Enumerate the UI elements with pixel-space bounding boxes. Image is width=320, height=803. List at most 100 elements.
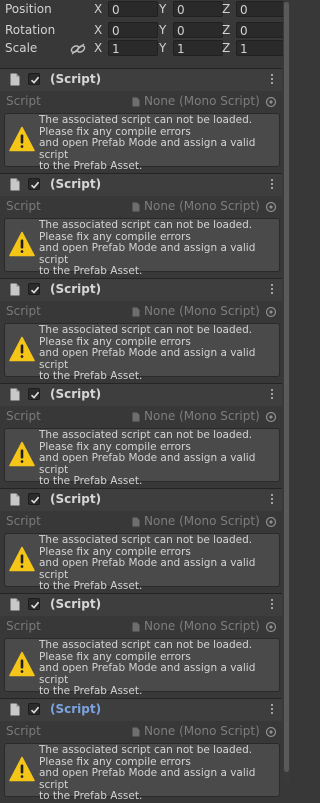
script-object-field[interactable]: None (Mono Script): [128, 619, 280, 635]
kebab-menu-icon[interactable]: [266, 73, 278, 87]
component-enabled-toggle[interactable]: [28, 703, 40, 715]
scale-row: Scale X 1 Y 1 Z 1: [0, 40, 286, 58]
scale-y-label[interactable]: Y: [159, 41, 166, 55]
script-field-value: None (Mono Script): [144, 199, 260, 213]
scale-z-label[interactable]: Z: [222, 41, 230, 55]
kebab-menu-icon[interactable]: [266, 598, 278, 612]
object-picker-icon[interactable]: [265, 96, 277, 108]
warning-message: The associated script can not be loaded.…: [39, 429, 256, 488]
chain-link-icon[interactable]: [70, 43, 86, 55]
script-object-field[interactable]: None (Mono Script): [128, 94, 280, 110]
warning-message: The associated script can not be loaded.…: [39, 534, 256, 593]
script-document-icon: [10, 283, 20, 296]
transform-section: Position X 0 Y 0 Z 0 Rotation X 0 Y 0 Z …: [0, 0, 290, 63]
rotation-row: Rotation X 0 Y 0 Z 0: [0, 22, 286, 40]
warning-help-box: The associated script can not be loaded.…: [4, 638, 280, 697]
script-field-row: Script None (Mono Script): [0, 513, 282, 531]
component-header[interactable]: (Script): [0, 279, 282, 301]
scale-x-field[interactable]: 1: [108, 40, 158, 56]
checkmark-icon: [30, 181, 40, 189]
inspector-scrollbar[interactable]: [283, 0, 290, 782]
warning-triangle-icon: [9, 756, 35, 782]
component-enabled-toggle[interactable]: [28, 598, 40, 610]
rotation-x-field[interactable]: 0: [108, 22, 158, 38]
checkmark-icon: [30, 496, 40, 504]
kebab-menu-icon[interactable]: [266, 178, 278, 192]
position-label[interactable]: Position: [5, 2, 52, 16]
rotation-y-field[interactable]: 0: [173, 22, 223, 38]
position-y-field[interactable]: 0: [173, 1, 223, 17]
position-z-field[interactable]: 0: [236, 1, 286, 17]
script-field-value: None (Mono Script): [144, 724, 260, 738]
rotation-z-label[interactable]: Z: [222, 23, 230, 37]
kebab-menu-icon[interactable]: [266, 283, 278, 297]
script-field-label: Script: [6, 199, 41, 213]
warning-triangle-icon: [9, 231, 35, 257]
rotation-y-label[interactable]: Y: [159, 23, 166, 37]
object-picker-icon[interactable]: [265, 201, 277, 213]
script-field-value: None (Mono Script): [144, 94, 260, 108]
scale-z-field[interactable]: 1: [236, 40, 286, 56]
warning-help-box: The associated script can not be loaded.…: [4, 218, 280, 277]
kebab-menu-icon[interactable]: [266, 703, 278, 717]
component-enabled-toggle[interactable]: [28, 178, 40, 190]
script-field-label: Script: [6, 514, 41, 528]
script-document-icon: [10, 493, 20, 506]
object-picker-icon[interactable]: [265, 306, 277, 318]
scrollbar-thumb[interactable]: [284, 2, 289, 772]
script-field-value: None (Mono Script): [144, 619, 260, 633]
script-field-label: Script: [6, 619, 41, 633]
warning-triangle-icon: [9, 336, 35, 362]
warning-help-box: The associated script can not be loaded.…: [4, 428, 280, 487]
rotation-z-field[interactable]: 0: [236, 22, 286, 38]
kebab-menu-icon[interactable]: [266, 493, 278, 507]
component-title: (Script): [50, 387, 102, 401]
object-picker-icon[interactable]: [265, 516, 277, 528]
position-x-label[interactable]: X: [94, 2, 102, 16]
scale-label[interactable]: Scale: [5, 41, 37, 55]
warning-triangle-icon: [9, 126, 35, 152]
kebab-menu-icon[interactable]: [266, 388, 278, 402]
component-title: (Script): [50, 492, 102, 506]
script-field-label: Script: [6, 724, 41, 738]
script-field-row: Script None (Mono Script): [0, 723, 282, 741]
component-header[interactable]: (Script): [0, 69, 282, 91]
warning-message: The associated script can not be loaded.…: [39, 219, 256, 278]
scale-x-label[interactable]: X: [94, 41, 102, 55]
script-document-icon: [10, 73, 20, 86]
component-enabled-toggle[interactable]: [28, 283, 40, 295]
rotation-label[interactable]: Rotation: [5, 23, 55, 37]
script-field-value: None (Mono Script): [144, 514, 260, 528]
script-object-field[interactable]: None (Mono Script): [128, 199, 280, 215]
component-header[interactable]: (Script): [0, 594, 282, 616]
mono-script-icon: [132, 727, 140, 737]
mono-script-icon: [132, 307, 140, 317]
component-header[interactable]: (Script): [0, 174, 282, 196]
script-object-field[interactable]: None (Mono Script): [128, 304, 280, 320]
script-field-row: Script None (Mono Script): [0, 93, 282, 111]
rotation-x-label[interactable]: X: [94, 23, 102, 37]
object-picker-icon[interactable]: [265, 726, 277, 738]
warning-message: The associated script can not be loaded.…: [39, 744, 256, 803]
script-field-value: None (Mono Script): [144, 304, 260, 318]
component-enabled-toggle[interactable]: [28, 493, 40, 505]
position-z-label[interactable]: Z: [222, 2, 230, 16]
component-enabled-toggle[interactable]: [28, 388, 40, 400]
component-header[interactable]: (Script): [0, 384, 282, 406]
mono-script-icon: [132, 622, 140, 632]
position-x-field[interactable]: 0: [108, 1, 158, 17]
mono-script-icon: [132, 202, 140, 212]
object-picker-icon[interactable]: [265, 411, 277, 423]
object-picker-icon[interactable]: [265, 621, 277, 633]
script-document-icon: [10, 178, 20, 191]
script-object-field[interactable]: None (Mono Script): [128, 724, 280, 740]
position-y-label[interactable]: Y: [159, 2, 166, 16]
component-enabled-toggle[interactable]: [28, 73, 40, 85]
script-object-field[interactable]: None (Mono Script): [128, 409, 280, 425]
script-object-field[interactable]: None (Mono Script): [128, 514, 280, 530]
component-title: (Script): [50, 597, 102, 611]
scale-y-field[interactable]: 1: [173, 40, 223, 56]
checkmark-icon: [30, 601, 40, 609]
component-header[interactable]: (Script): [0, 489, 282, 511]
component-header[interactable]: (Script): [0, 699, 282, 721]
